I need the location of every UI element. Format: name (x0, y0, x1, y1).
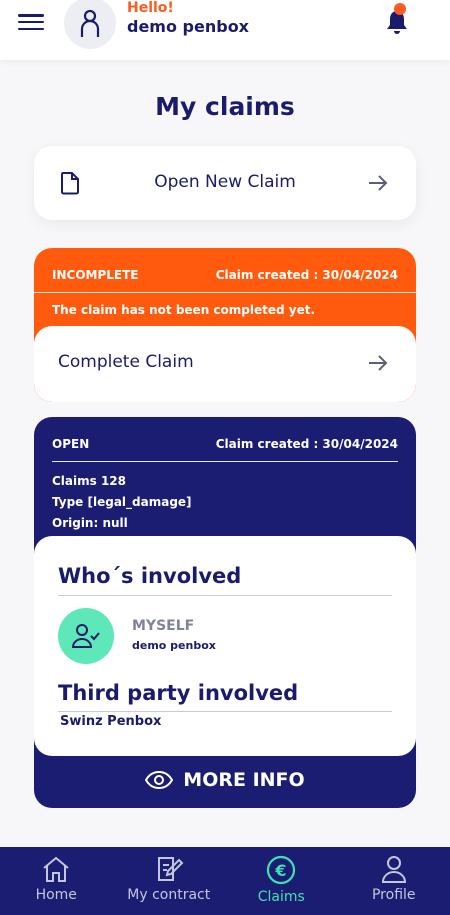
claim-card-incomplete: INCOMPLETE Claim created : 30/04/2024 Th… (34, 248, 416, 402)
third-party-title: Third party involved (58, 681, 299, 705)
claim-card-open: OPEN Claim created : 30/04/2024 Claims 1… (34, 417, 416, 808)
person-avatar (58, 608, 114, 664)
claim-meta: Claims 128 Type [legal_damage] Origin: n… (52, 471, 192, 534)
person-name: demo penbox (132, 639, 216, 652)
arrow-right-icon (369, 355, 388, 371)
claim-number: Claims 128 (52, 474, 127, 488)
claim-created-date: Claim created : 30/04/2024 (215, 437, 398, 451)
top-header: Hello! demo penbox (0, 0, 450, 60)
arrow-right-icon (369, 175, 388, 191)
divider (58, 711, 392, 712)
contract-edit-icon (157, 857, 184, 881)
more-info-button[interactable]: MORE INFO (34, 769, 416, 791)
claim-origin: Origin: null (52, 516, 128, 530)
home-icon (43, 856, 69, 882)
svg-text:€: € (275, 861, 287, 880)
divider (52, 461, 398, 462)
open-new-claim-button[interactable]: Open New Claim (34, 146, 416, 220)
nav-profile[interactable]: Profile (338, 847, 450, 915)
euro-icon: € (267, 855, 296, 885)
claim-status-message: The claim has not been completed yet. (52, 303, 316, 317)
divider (58, 595, 392, 596)
user-avatar-icon (80, 9, 100, 37)
open-new-claim-label: Open New Claim (154, 172, 296, 192)
user-icon (381, 856, 406, 883)
nav-home-label: Home (35, 887, 77, 903)
complete-claim-button[interactable]: Complete Claim (34, 326, 416, 402)
eye-icon (145, 771, 174, 789)
person-role: MYSELF (132, 618, 195, 634)
nav-home[interactable]: Home (0, 847, 113, 915)
whos-involved-title: Who´s involved (58, 564, 242, 588)
notification-badge (394, 3, 406, 15)
bottom-nav: Home My contract € Claims Profile (0, 847, 450, 915)
nav-claims-label: Claims (257, 889, 305, 905)
third-party-name: Swinz Penbox (60, 714, 162, 729)
claim-type: Type [legal_damage] (52, 495, 192, 509)
status-badge: OPEN (52, 437, 90, 451)
more-info-label: MORE INFO (183, 769, 305, 791)
nav-my-contract[interactable]: My contract (113, 847, 226, 915)
claim-created-date: Claim created : 30/04/2024 (215, 268, 398, 282)
status-badge: INCOMPLETE (52, 268, 139, 282)
page-title: My claims (155, 92, 295, 121)
complete-claim-label: Complete Claim (58, 352, 194, 372)
username: demo penbox (127, 17, 249, 36)
nav-my-contract-label: My contract (127, 887, 211, 903)
nav-claims[interactable]: € Claims (225, 847, 338, 915)
divider (34, 292, 416, 293)
menu-icon[interactable] (18, 12, 44, 32)
avatar[interactable] (64, 0, 116, 49)
involved-panel: Who´s involved MYSELF demo penbox Third … (34, 536, 416, 756)
nav-profile-label: Profile (371, 887, 416, 903)
greeting: Hello! (127, 0, 174, 16)
user-check-icon (72, 624, 100, 648)
